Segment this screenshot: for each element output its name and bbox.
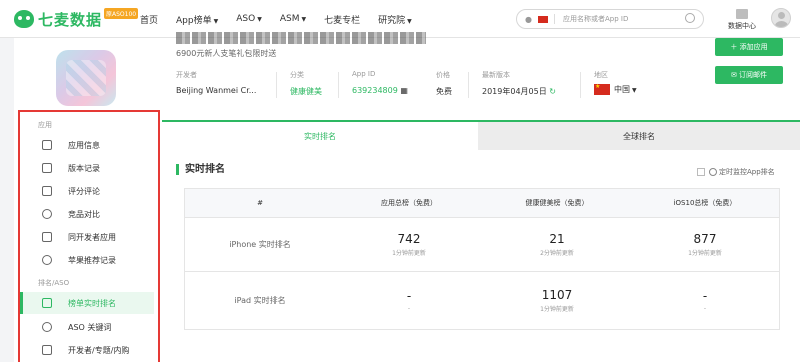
- section-title-rank: 排名/ASO: [38, 279, 70, 287]
- section-title-app: 应用: [38, 121, 52, 129]
- qrcode-icon[interactable]: ▦: [400, 86, 408, 95]
- logo-mark-icon: [14, 10, 34, 28]
- checkbox[interactable]: [697, 168, 705, 176]
- region-select[interactable]: 中国▼: [594, 83, 637, 95]
- search-input[interactable]: 应用名称或者App ID: [563, 14, 628, 24]
- search-box[interactable]: ● 应用名称或者App ID: [516, 9, 704, 29]
- sidebar: 应用 应用信息 版本记录 评分评论 竞品对比 同开发者应用 苹果推荐记录 排名/…: [14, 38, 162, 362]
- label-region: 地区: [594, 71, 608, 79]
- divider: [553, 14, 555, 24]
- divider: [580, 72, 581, 98]
- rank-cell[interactable]: 742 1分钟前更新: [335, 232, 483, 257]
- apple-circle-icon: [42, 255, 52, 265]
- rank-cell[interactable]: --: [631, 289, 779, 312]
- label-app-id: App ID: [352, 70, 376, 78]
- monitor-toggle[interactable]: 定时监控App排名: [697, 167, 775, 177]
- row-label: iPad 实时排名: [234, 296, 286, 305]
- divider: [276, 72, 277, 98]
- rank-table: # 应用总榜（免费） 健康健美榜（免费） iOS10总榜（免费） iPhone …: [184, 188, 780, 330]
- version-value: 2019年04月05日 ↻: [482, 87, 556, 96]
- caret-down-icon: ▼: [257, 16, 262, 23]
- app-title-obscured: [176, 32, 426, 44]
- refresh-icon[interactable]: ↻: [549, 87, 556, 96]
- nav-aso[interactable]: ASO ▼: [236, 14, 262, 24]
- category-value[interactable]: 健康健美: [290, 86, 322, 97]
- sidebar-item-app-info[interactable]: 应用信息: [20, 134, 154, 156]
- list-icon: [42, 345, 52, 355]
- rank-cell[interactable]: 1107 1分钟前更新: [483, 288, 631, 313]
- search-icon[interactable]: [685, 13, 695, 23]
- label-version: 最新版本: [482, 71, 510, 79]
- nav-column[interactable]: 七麦专栏: [324, 13, 360, 26]
- brand-badge: 原ASO100: [104, 7, 139, 19]
- brand-name: 七麦数据: [38, 10, 103, 29]
- table-header: # 应用总榜（免费） 健康健美榜（免费） iOS10总榜（免费）: [185, 189, 779, 217]
- sidebar-item-apple-featured[interactable]: 苹果推荐记录: [20, 249, 154, 271]
- main-content: 6900元新人支笔礼包限时送 开发者 Beijing Wanmei Cr... …: [162, 32, 800, 362]
- section-heading: 实时排名: [176, 164, 225, 175]
- label-category: 分类: [290, 71, 304, 79]
- compare-icon: [42, 209, 52, 219]
- add-app-button[interactable]: ＋ 添加应用: [715, 38, 783, 56]
- sidebar-item-reviews[interactable]: 评分评论: [20, 180, 154, 202]
- data-center-icon: [736, 9, 748, 19]
- apple-icon[interactable]: ●: [525, 15, 532, 24]
- column-header: 应用总榜（免费）: [381, 199, 437, 207]
- caret-down-icon: ▼: [301, 16, 307, 23]
- table-row: iPad 实时排名 -- 1107 1分钟前更新 --: [185, 271, 779, 329]
- column-header: #: [257, 199, 263, 207]
- nav-home[interactable]: 首页: [140, 13, 158, 26]
- sidebar-item-developer-topics[interactable]: 开发者/专题/内购: [20, 339, 154, 361]
- brand-logo[interactable]: 七麦数据 原ASO100: [14, 7, 139, 29]
- nav-app-rank[interactable]: App榜单 ▼: [176, 13, 218, 26]
- table-row: iPhone 实时排名 742 1分钟前更新 21 2分钟前更新 877 1分钟前更新: [185, 217, 779, 271]
- mail-icon: ✉: [730, 71, 740, 79]
- rank-cell[interactable]: 877 1分钟前更新: [631, 232, 779, 257]
- price-value: 免费: [436, 87, 452, 96]
- app-id-value[interactable]: 639234809 ▦: [352, 86, 408, 95]
- tab-realtime-rank[interactable]: 实时排名: [162, 122, 478, 150]
- china-flag-icon: [594, 83, 610, 95]
- layers-icon: [42, 140, 52, 150]
- sidebar-item-versions[interactable]: 版本记录: [20, 157, 154, 179]
- sidebar-item-aso-keywords[interactable]: ASO 关键词: [20, 316, 154, 338]
- app-subtitle: 6900元新人支笔礼包限时送: [176, 49, 277, 58]
- column-header: iOS10总榜（免费）: [673, 199, 737, 207]
- row-label: iPhone 实时排名: [229, 240, 291, 249]
- user-avatar[interactable]: [771, 8, 791, 28]
- nav-asm[interactable]: ASM ▼: [280, 14, 306, 24]
- document-icon: [42, 163, 52, 173]
- rank-cell[interactable]: --: [335, 289, 483, 312]
- tab-global-rank[interactable]: 全球排名: [478, 122, 800, 150]
- caret-down-icon: ▼: [632, 87, 637, 94]
- developer-value[interactable]: Beijing Wanmei Cr...: [176, 86, 256, 95]
- rank-tabs: 实时排名 全球排名: [162, 120, 800, 150]
- column-header: 健康健美榜（免费）: [525, 199, 589, 207]
- shield-icon: [42, 186, 52, 196]
- data-center-button[interactable]: 数据中心: [726, 9, 758, 31]
- rank-cell[interactable]: 21 2分钟前更新: [483, 232, 631, 257]
- trophy-icon: [42, 298, 52, 308]
- label-price: 价格: [436, 71, 450, 79]
- app-icon: [56, 50, 116, 106]
- divider: [338, 72, 339, 98]
- sidebar-item-compare[interactable]: 竞品对比: [20, 203, 154, 225]
- highlight-box: 应用 应用信息 版本记录 评分评论 竞品对比 同开发者应用 苹果推荐记录 排名/…: [18, 110, 160, 362]
- caret-down-icon: ▼: [407, 17, 412, 25]
- clock-icon: [709, 168, 717, 176]
- caret-down-icon: ▼: [213, 17, 219, 25]
- target-icon: [42, 322, 52, 332]
- nav-research[interactable]: 研究院 ▼: [378, 13, 412, 26]
- label-developer: 开发者: [176, 71, 197, 79]
- folder-icon: [42, 232, 52, 242]
- plus-icon: ＋: [730, 43, 740, 51]
- subscribe-email-button[interactable]: ✉ 订阅邮件: [715, 66, 783, 84]
- data-center-label: 数据中心: [728, 22, 756, 30]
- sidebar-item-realtime-rank[interactable]: 榜单实时排名: [20, 292, 154, 314]
- divider: [468, 72, 469, 98]
- sidebar-item-same-developer[interactable]: 同开发者应用: [20, 226, 154, 248]
- china-flag-icon[interactable]: [537, 15, 548, 23]
